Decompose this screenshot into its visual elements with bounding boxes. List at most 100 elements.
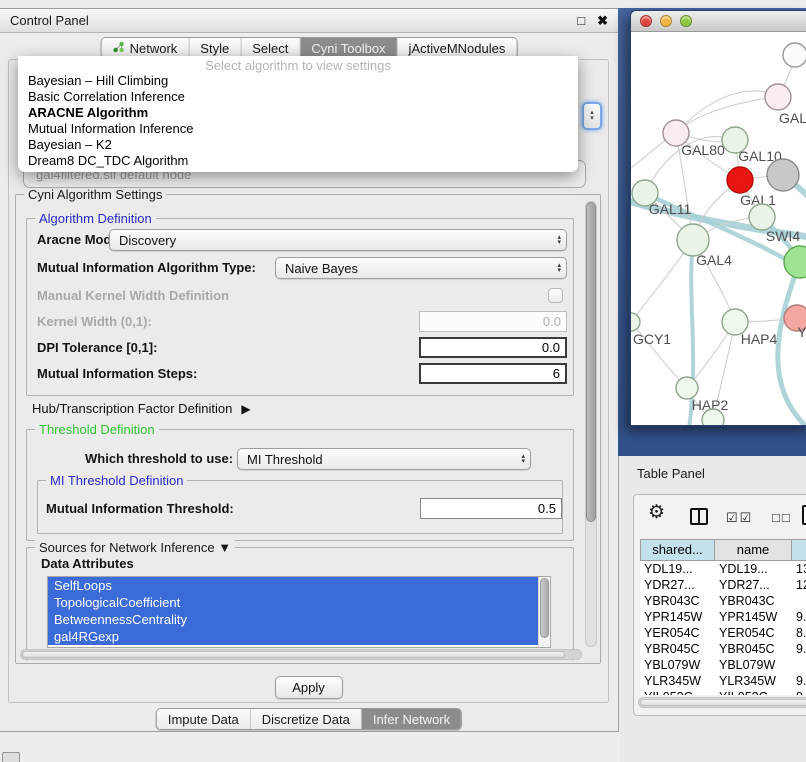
expander-arrow-icon[interactable]: ▶ — [241, 402, 250, 416]
table-cell: YER054C — [715, 625, 792, 641]
node-unlabeled[interactable] — [784, 246, 806, 278]
float-window-icon[interactable]: □ — [577, 13, 585, 29]
settings-vertical-scrollbar-thumb[interactable] — [586, 202, 596, 522]
document-icon[interactable] — [802, 505, 806, 525]
attribute-item-selfloops[interactable]: SelfLoops — [48, 577, 538, 594]
algorithm-dropdown-popup: Select algorithm to view settings Bayesi… — [18, 56, 578, 172]
zoom-traffic-light[interactable] — [680, 15, 692, 27]
algorithm-option-bayesian-k2[interactable]: Bayesian – K2 — [18, 137, 578, 153]
collapse-arrow-icon[interactable]: ▼ — [218, 540, 231, 555]
table-row[interactable]: YBR043CYBR043C — [640, 593, 806, 609]
tab-label: Discretize Data — [262, 712, 350, 727]
table-horizontal-scrollbar-thumb[interactable] — [640, 699, 806, 706]
table-horizontal-scrollbar[interactable] — [638, 697, 806, 708]
mi-steps-input[interactable]: 6 — [419, 363, 567, 384]
tab-jactivemnodules[interactable]: jActiveMNodules — [398, 38, 517, 58]
mi-type-label: Mutual Information Algorithm Type: — [37, 257, 256, 279]
table-row[interactable]: YDR27...YDR27...12 — [640, 577, 806, 593]
algorithm-option-aracne-algorithm[interactable]: ARACNE Algorithm — [18, 105, 578, 121]
table-row[interactable]: YLR345WYLR345W9. — [640, 673, 806, 689]
which-threshold-label: Which threshold to use: — [85, 448, 233, 470]
table-panel: Table Panel ⚙☑☑□□ shared...nameYDL19...Y… — [620, 456, 806, 762]
unchecked-columns-icon[interactable]: □□ — [772, 510, 792, 525]
attribute-item-betweennesscentrality[interactable]: BetweennessCentrality — [48, 611, 538, 628]
node-table[interactable]: shared...nameYDL19...YDL19...13YDR27...Y… — [640, 539, 806, 695]
table-cell: YPR145W — [640, 609, 715, 625]
table-row[interactable]: YDL19...YDL19...13 — [640, 561, 806, 577]
table-row[interactable]: YBR045CYBR045C9. — [640, 641, 806, 657]
settings-gear-icon[interactable]: ⚙ — [648, 503, 665, 522]
split-column-icon[interactable] — [690, 508, 708, 525]
table-cell: YER054C — [640, 625, 715, 641]
close-panel-icon[interactable]: ✖ — [597, 13, 608, 29]
mi-threshold-label: Mutual Information Threshold: — [46, 498, 234, 520]
data-attributes-list[interactable]: SelfLoopsTopologicalCoefficientBetweenne… — [47, 576, 551, 648]
attribute-item-gal4rgexp[interactable]: gal4RGexp — [48, 628, 538, 645]
algorithm-popup-items: Bayesian – Hill ClimbingBasic Correlatio… — [18, 73, 578, 169]
restore-panel-icon[interactable] — [2, 752, 20, 762]
tab-network[interactable]: Network — [102, 38, 190, 58]
table-row[interactable]: YBL079WYBL079W — [640, 657, 806, 673]
table-cell — [792, 593, 806, 609]
tab-infer-network[interactable]: Infer Network — [362, 709, 461, 729]
mi-threshold-definition-group: MI Threshold Definition Mutual Informati… — [37, 480, 563, 534]
node-gal[interactable] — [765, 84, 791, 110]
apply-button[interactable]: Apply — [275, 676, 343, 699]
algorithm-option-bayesian-hill-climbing[interactable]: Bayesian – Hill Climbing — [18, 73, 578, 89]
kernel-width-input[interactable]: 0.0 — [419, 311, 567, 332]
table-row[interactable]: YER054CYER054C8. — [640, 625, 806, 641]
screen: Control Panel □ ✖ NetworkStyleSelectCyni… — [0, 0, 806, 762]
algorithm-popup-placeholder: Select algorithm to view settings — [18, 58, 578, 73]
aracne-mode-combobox[interactable]: Discovery ▴▾ — [109, 229, 567, 251]
list-scrollbar-thumb[interactable] — [540, 578, 549, 638]
table-cell: 13 — [792, 561, 806, 577]
table-cell: YLR345W — [715, 673, 792, 689]
column-header-shared[interactable]: shared... — [640, 539, 715, 561]
network-canvas[interactable]: GALGAL80GAL10GAL1GAL11SWI4GAL4GCY1HAP4YH… — [631, 32, 806, 426]
column-header-name[interactable]: name — [715, 539, 792, 561]
node-gal1[interactable] — [727, 167, 753, 193]
minimize-traffic-light[interactable] — [660, 15, 672, 27]
which-threshold-value: MI Threshold — [247, 452, 323, 467]
checked-columns-icon[interactable]: ☑☑ — [726, 510, 753, 526]
node-swi4[interactable] — [749, 204, 775, 230]
network-window[interactable]: GALGAL80GAL10GAL1GAL11SWI4GAL4GCY1HAP4YH… — [630, 10, 806, 426]
tab-label: Select — [252, 41, 288, 56]
table-row[interactable]: YPR145WYPR145W9. — [640, 609, 806, 625]
table-cell: 9 — [792, 689, 806, 695]
tab-impute-data[interactable]: Impute Data — [157, 709, 251, 729]
hub-definition-expander[interactable]: Hub/Transcription Factor Definition ▶ — [32, 401, 251, 416]
inference-algorithm-combobox-end[interactable]: ▴▾ — [582, 102, 602, 130]
settings-horizontal-scrollbar[interactable] — [20, 649, 582, 660]
algorithm-option-basic-correlation-inference[interactable]: Basic Correlation Inference — [18, 89, 578, 105]
settings-vertical-scrollbar[interactable] — [585, 201, 597, 647]
network-window-titlebar[interactable] — [631, 11, 806, 32]
which-threshold-combobox[interactable]: MI Threshold ▴▾ — [237, 448, 531, 470]
mi-threshold-input[interactable]: 0.5 — [420, 498, 562, 519]
sources-legend[interactable]: Sources for Network Inference ▼ — [35, 540, 235, 555]
algorithm-option-mutual-information-inference[interactable]: Mutual Information Inference — [18, 121, 578, 137]
manual-kernel-checkbox[interactable] — [548, 288, 563, 303]
close-traffic-light[interactable] — [640, 15, 652, 27]
tab-discretize-data[interactable]: Discretize Data — [251, 709, 362, 729]
table-cell: YBL079W — [640, 657, 715, 673]
tab-cyni-toolbox[interactable]: Cyni Toolbox — [300, 38, 397, 58]
dpi-tolerance-input[interactable]: 0.0 — [419, 337, 567, 358]
tab-select[interactable]: Select — [241, 38, 300, 58]
node-hap2[interactable] — [676, 377, 698, 399]
table-cell: YBR043C — [715, 593, 792, 609]
list-scrollbar[interactable] — [538, 577, 550, 647]
column-header-partial[interactable] — [792, 539, 806, 561]
attribute-item-topologicalcoefficient[interactable]: TopologicalCoefficient — [48, 594, 538, 611]
node-unlabeled[interactable] — [702, 409, 724, 426]
algorithm-option-dream8-dc-tdc-algorithm[interactable]: Dream8 DC_TDC Algorithm — [18, 153, 578, 169]
tab-style[interactable]: Style — [189, 38, 241, 58]
mi-type-combobox[interactable]: Naive Bayes ▴▾ — [275, 257, 567, 279]
cyni-bottom-tab-bar: Impute Data Discretize Data Infer Network — [156, 708, 462, 730]
data-attributes-label: Data Attributes — [41, 556, 134, 571]
node-unlabeled[interactable] — [783, 43, 806, 67]
node-unlabeled[interactable] — [767, 159, 799, 191]
table-row[interactable]: YIL052CYIL052C9 — [640, 689, 806, 695]
settings-horizontal-scrollbar-thumb[interactable] — [22, 651, 565, 658]
node-gcy1[interactable] — [631, 313, 640, 331]
